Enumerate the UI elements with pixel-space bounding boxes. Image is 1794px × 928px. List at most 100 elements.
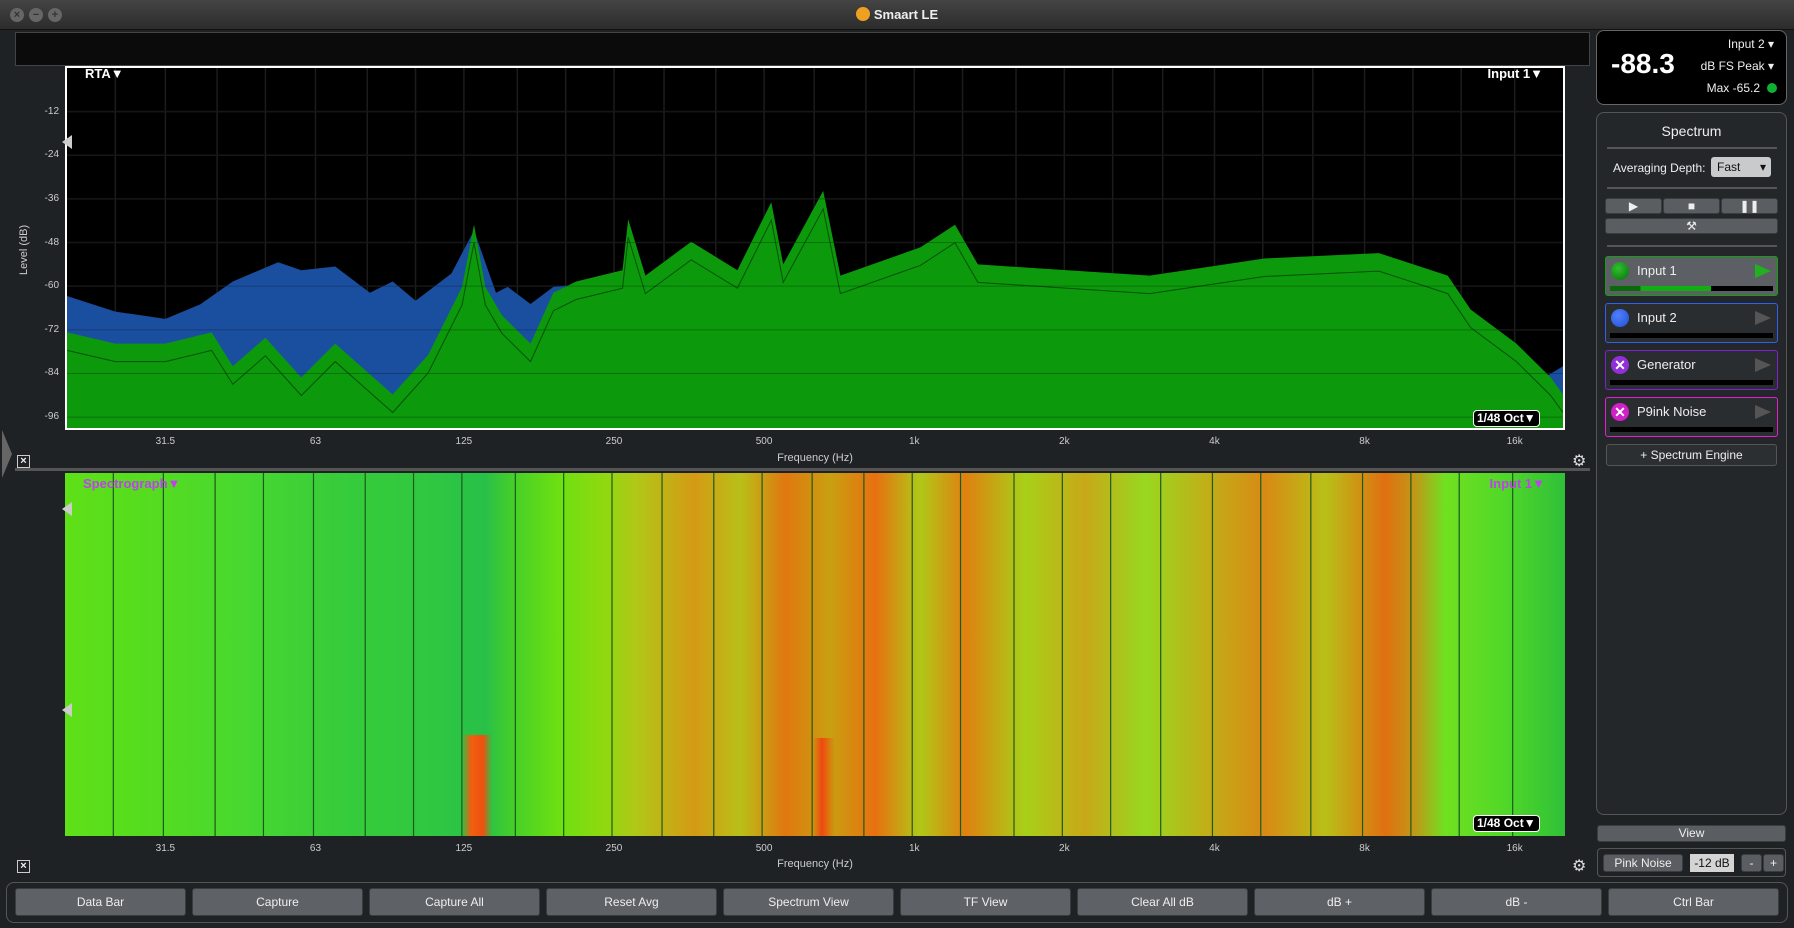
- clear-all-db-button[interactable]: Clear All dB: [1077, 888, 1248, 916]
- x-tick-label: 16k: [1506, 436, 1523, 447]
- y-tick-label: -48: [44, 236, 59, 248]
- rta-threshold-handle[interactable]: [62, 135, 72, 149]
- x-tick-label: 4k: [1209, 436, 1220, 447]
- channel-pink-noise[interactable]: ✕ P9ink Noise: [1605, 397, 1778, 437]
- x-icon: ✕: [1611, 403, 1629, 421]
- rta-input-dropdown[interactable]: Input 1▼: [1488, 68, 1543, 81]
- channel-color-icon: [1611, 262, 1629, 280]
- channel-level-bar: [1610, 380, 1773, 385]
- rta-mode-dropdown[interactable]: RTA▼: [85, 68, 124, 81]
- spectrograph-input-dropdown[interactable]: Input 1▼: [1490, 476, 1545, 491]
- window-title-text: Smaart LE: [873, 7, 939, 22]
- x-tick-label: 2k: [1059, 843, 1070, 854]
- spectrograph-x-axis-label: Frequency (Hz): [777, 858, 853, 870]
- x-tick-label: 1k: [908, 843, 920, 854]
- divider: [1607, 147, 1777, 149]
- rta-resolution-dropdown[interactable]: 1/48 Oct▼: [1473, 410, 1540, 427]
- play-button[interactable]: ▶: [1605, 198, 1662, 214]
- panel-title: Spectrum: [1661, 123, 1722, 139]
- meter-input-text: Input 2: [1727, 37, 1765, 51]
- x-tick-label: 2k: [1059, 436, 1070, 447]
- channel-generator[interactable]: ✕ Generator: [1605, 350, 1778, 390]
- x-tick-label: 31.5: [155, 436, 176, 447]
- spectrograph-lower-handle[interactable]: [62, 703, 72, 717]
- x-tick-label: 125: [455, 436, 473, 447]
- pause-button[interactable]: ❚❚: [1721, 198, 1778, 214]
- level-decrease-button[interactable]: -: [1741, 854, 1762, 872]
- channel-level-bar: [1610, 427, 1773, 432]
- title-bar: × − + Smaart LE: [0, 0, 1794, 30]
- pause-icon: ❚❚: [1739, 199, 1760, 213]
- data-bar-button[interactable]: Data Bar: [15, 888, 186, 916]
- channel-input-2[interactable]: Input 2: [1605, 303, 1778, 343]
- averaging-depth-select[interactable]: Fast ▾: [1711, 157, 1771, 177]
- y-tick-label: -96: [44, 411, 59, 423]
- channel-play-icon[interactable]: [1755, 264, 1771, 278]
- x-tick-label: 4k: [1209, 843, 1220, 854]
- channel-play-icon[interactable]: [1755, 358, 1771, 372]
- capture-button[interactable]: Capture: [192, 888, 363, 916]
- spectrograph-grid: [112, 473, 1514, 836]
- play-icon: ▶: [1628, 199, 1639, 213]
- tools-button[interactable]: ⚒: [1605, 218, 1778, 234]
- tf-view-button[interactable]: TF View: [900, 888, 1071, 916]
- close-spectrograph-button[interactable]: ×: [17, 860, 30, 873]
- meter-mode-dropdown[interactable]: dB FS Peak ▾: [1701, 59, 1774, 73]
- y-tick-label: -36: [44, 192, 59, 204]
- stop-button[interactable]: ■: [1663, 198, 1720, 214]
- x-tick-label: 125: [455, 843, 473, 854]
- level-meter: -88.3 Input 2 ▾ dB FS Peak ▾ Max -65.2: [1596, 30, 1787, 105]
- channel-name: P9ink Noise: [1637, 404, 1707, 419]
- data-bar: [15, 32, 1590, 66]
- averaging-depth-label: Averaging Depth:: [1613, 161, 1706, 175]
- meter-value: -88.3: [1611, 48, 1675, 79]
- status-indicator-icon: [1767, 83, 1777, 93]
- generator-level-field[interactable]: -12 dB: [1690, 854, 1734, 872]
- channel-level-fill: [1610, 286, 1712, 291]
- meter-mode-text: dB FS Peak: [1700, 59, 1765, 73]
- chevron-down-icon: ▾: [1759, 160, 1766, 174]
- y-axis-label: Level (dB): [18, 224, 30, 275]
- ctrl-bar-button[interactable]: Ctrl Bar: [1608, 888, 1779, 916]
- y-tick-label: -24: [44, 149, 59, 161]
- spectrograph-upper-handle[interactable]: [62, 502, 72, 516]
- spectrograph-plot[interactable]: Spectrograph▼ Input 1▼ 1/48 Oct▼: [65, 473, 1565, 836]
- y-tick-label: -84: [44, 367, 59, 379]
- level-increase-button[interactable]: +: [1763, 854, 1784, 872]
- channel-name: Input 1: [1637, 263, 1677, 278]
- y-tick-label: -12: [44, 105, 59, 117]
- reset-avg-button[interactable]: Reset Avg: [546, 888, 717, 916]
- add-spectrum-engine-button[interactable]: + Spectrum Engine: [1606, 444, 1777, 466]
- channel-play-icon[interactable]: [1755, 311, 1771, 325]
- generator-controls: Pink Noise -12 dB - +: [1597, 848, 1786, 877]
- x-tick-label: 1k: [908, 436, 920, 447]
- db-plus-button[interactable]: dB +: [1254, 888, 1425, 916]
- pink-noise-button[interactable]: Pink Noise: [1603, 854, 1683, 872]
- divider: [1607, 187, 1777, 189]
- x-tick-label: 63: [309, 843, 322, 854]
- db-minus-button[interactable]: dB -: [1431, 888, 1602, 916]
- spectrograph-resolution-dropdown[interactable]: 1/48 Oct▼: [1473, 815, 1540, 832]
- spectrograph-settings-gear-icon[interactable]: ⚙: [1572, 856, 1586, 876]
- x-tick-label: 500: [755, 843, 773, 854]
- view-button[interactable]: View: [1597, 825, 1786, 842]
- x-icon: ✕: [1611, 356, 1629, 374]
- sidebar-toggle-handle[interactable]: [2, 430, 12, 478]
- rta-x-axis-label: Frequency (Hz): [777, 452, 853, 464]
- spectrograph-mode-dropdown[interactable]: Spectrograph▼: [83, 476, 180, 491]
- stop-icon: ■: [1687, 199, 1696, 213]
- x-tick-label: 31.5: [155, 843, 176, 854]
- rta-plot[interactable]: RTA▼ Input 1▼ 1/48 Oct▼: [65, 66, 1565, 430]
- y-tick-label: -60: [44, 280, 59, 292]
- divider: [1607, 245, 1777, 247]
- close-rta-button[interactable]: ×: [17, 455, 30, 468]
- channel-input-1[interactable]: Input 1: [1605, 256, 1778, 296]
- x-tick-label: 250: [605, 436, 623, 447]
- y-tick-label: -72: [44, 323, 59, 335]
- channel-play-icon[interactable]: [1755, 405, 1771, 419]
- capture-all-button[interactable]: Capture All: [369, 888, 540, 916]
- meter-input-dropdown[interactable]: Input 2 ▾: [1728, 37, 1774, 51]
- channel-level-bar: [1610, 333, 1773, 338]
- pane-divider[interactable]: [15, 468, 1590, 471]
- spectrum-view-button[interactable]: Spectrum View: [723, 888, 894, 916]
